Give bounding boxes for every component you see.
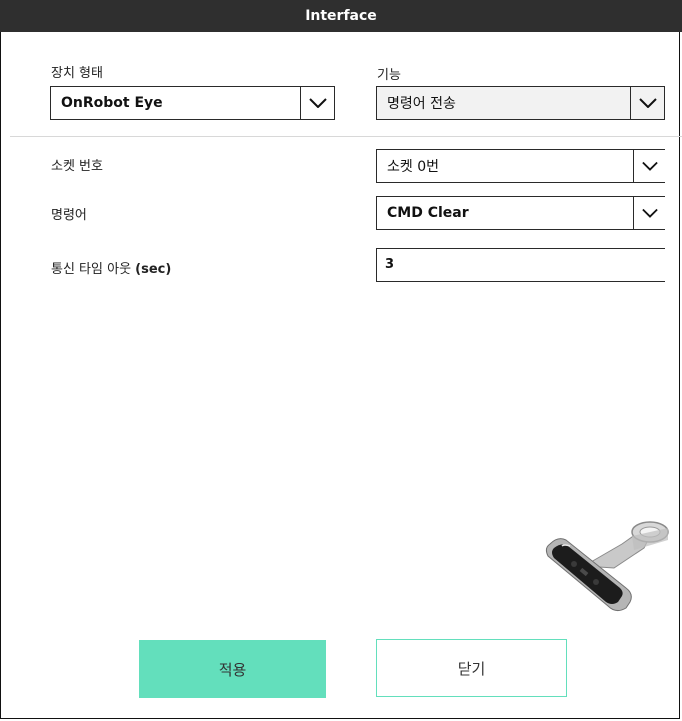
command-label: 명령어	[51, 208, 87, 223]
function-label: 기능	[377, 68, 401, 83]
timeout-label: 통신 타임 아웃 (sec)	[51, 258, 171, 277]
socket-select[interactable]: 소켓 0번	[376, 149, 665, 183]
socket-label: 소켓 번호	[51, 159, 103, 174]
device-type-select[interactable]: OnRobot Eye	[50, 86, 335, 120]
function-value: 명령어 전송	[387, 96, 456, 112]
command-value: CMD Clear	[387, 205, 469, 221]
function-select[interactable]: 명령어 전송	[376, 86, 665, 120]
device-type-value: OnRobot Eye	[61, 95, 163, 111]
timeout-label-text: 통신 타임 아웃	[51, 262, 132, 277]
onrobot-eye-camera-image	[544, 514, 674, 624]
chevron-down-icon[interactable]	[633, 197, 665, 229]
apply-button[interactable]: 적용	[139, 640, 326, 698]
chevron-down-icon[interactable]	[633, 150, 665, 182]
close-button[interactable]: 닫기	[376, 639, 567, 697]
device-type-label: 장치 형태	[51, 66, 103, 81]
command-select[interactable]: CMD Clear	[376, 196, 665, 230]
socket-value: 소켓 0번	[387, 159, 439, 175]
timeout-input[interactable]: 3	[376, 248, 665, 282]
timeout-unit: (sec)	[135, 262, 172, 277]
chevron-down-icon[interactable]	[630, 87, 664, 119]
chevron-down-icon[interactable]	[300, 87, 334, 119]
section-divider	[10, 136, 682, 137]
window-title: Interface	[0, 0, 682, 32]
